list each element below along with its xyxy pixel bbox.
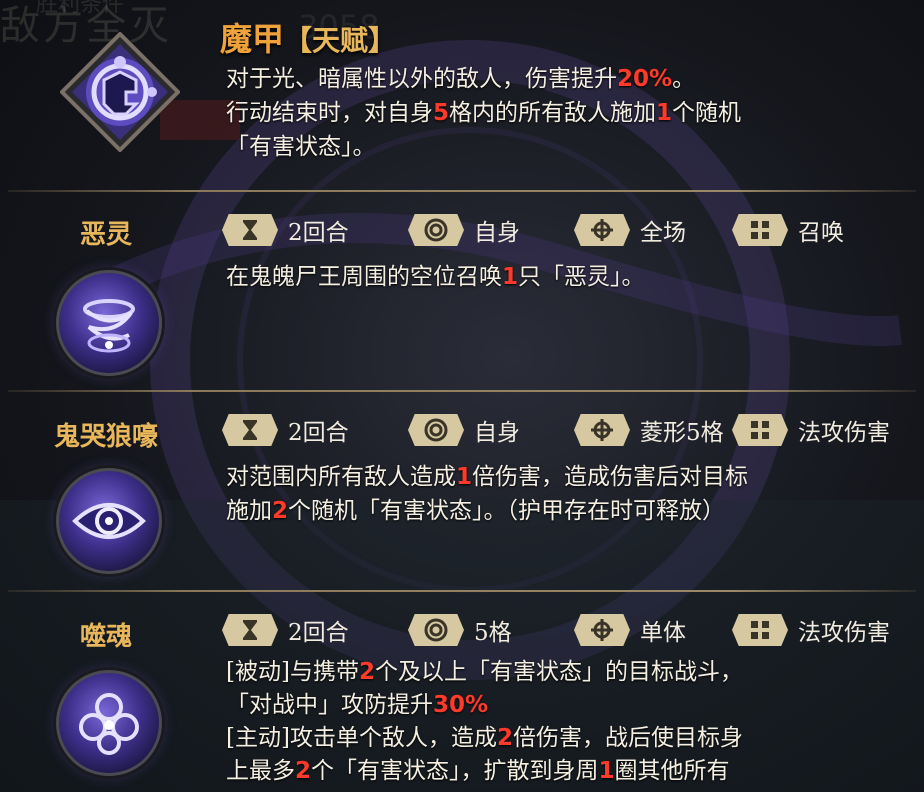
target-rings-icon <box>408 414 464 446</box>
type-text: 法攻伤害 <box>798 420 890 446</box>
range-tag: 5格 <box>408 613 512 647</box>
type-text: 法攻伤害 <box>798 620 890 646</box>
crosshair-icon <box>574 214 630 246</box>
range-tag: 自身 <box>408 413 520 447</box>
talent-tag: 【天赋】 <box>284 24 397 57</box>
grid-icon <box>732 414 788 446</box>
hourglass-icon <box>222 614 278 646</box>
talent-description: 对于光、暗属性以外的敌人，伤害提升20%。 行动结束时，对自身5格内的所有敌人施加… <box>226 62 910 164</box>
cooldown-tag: 2回合 <box>222 213 349 247</box>
description-line: 上最多2个「有害状态」，扩散到身周1圈其他所有 <box>226 755 910 788</box>
range-tag: 自身 <box>408 213 520 247</box>
crosshair-icon <box>574 414 630 446</box>
description-text: 在鬼魄尸王周围的空位召唤 <box>226 264 502 290</box>
type-tag: 法攻伤害 <box>732 613 890 647</box>
grid-icon <box>732 214 788 246</box>
area-text: 单体 <box>640 620 686 646</box>
area-text: 菱形5格 <box>640 420 724 446</box>
skill-name: 恶灵 <box>79 220 132 250</box>
cooldown-text: 2回合 <box>288 620 349 646</box>
description-line: 行动结束时，对自身5格内的所有敌人施加1个随机 <box>226 96 910 130</box>
talent-icon <box>59 31 181 153</box>
eye-icon <box>56 468 162 574</box>
highlight-value: 1 <box>456 464 473 490</box>
highlight-value: 1 <box>656 100 673 126</box>
cooldown-text: 2回合 <box>288 420 349 446</box>
hourglass-icon <box>222 414 278 446</box>
description-line: 「对战中」攻防提升30% <box>226 689 910 722</box>
description-line: 在鬼魄尸王周围的空位召唤1只「恶灵」。 <box>226 260 910 294</box>
skill-section: 噬魂 2回合 5格 单体 法攻伤害 [被动]与携带2个及以上「有害状态」的目标战… <box>0 592 924 792</box>
type-text: 召唤 <box>798 220 844 246</box>
soul-flower-icon <box>56 670 162 776</box>
highlight-value: 30% <box>433 692 489 718</box>
range-text: 自身 <box>474 220 520 246</box>
description-line: [主动]攻击单个敌人，造成2倍伤害，战后使目标身 <box>226 722 910 755</box>
description-text: 个「有害状态」，扩散到身周 <box>311 758 599 784</box>
type-tag: 法攻伤害 <box>732 413 890 447</box>
description-text: 对范围内所有敌人造成 <box>226 464 456 490</box>
highlight-value: 5 <box>433 100 450 126</box>
skill-section: 恶灵 2回合 自身 全场 召唤 在鬼魄尸王周围的空位召唤1只「恶灵」。 <box>0 192 924 390</box>
description-text: 倍伤害，造成伤害后对目标 <box>472 464 749 490</box>
skill-section: 鬼哭狼嚎 2回合 自身 菱形5格 法攻伤害 对范围内所有敌人造成1倍伤害，造成伤… <box>0 392 924 590</box>
skill-name: 噬魂 <box>79 622 132 652</box>
cooldown-tag: 2回合 <box>222 413 349 447</box>
description-line: 对范围内所有敌人造成1倍伤害，造成伤害后对目标 <box>226 460 910 494</box>
skill-description: 在鬼魄尸王周围的空位召唤1只「恶灵」。 <box>226 260 910 294</box>
highlight-value: 1 <box>502 264 519 290</box>
spirit-vortex-icon <box>56 270 162 376</box>
highlight-value: 2 <box>272 498 289 524</box>
description-text: 个随机「有害状态」。（护甲存在时可释放） <box>288 498 726 524</box>
description-text: 对于光、暗属性以外的敌人，伤害提升 <box>226 66 617 92</box>
target-rings-icon <box>408 614 464 646</box>
area-text: 全场 <box>640 220 686 246</box>
description-text: 个及以上「有害状态」的目标战斗， <box>374 659 743 685</box>
description-line: [被动]与携带2个及以上「有害状态」的目标战斗， <box>226 656 910 689</box>
description-line: 「有害状态」。 <box>226 130 910 164</box>
description-text: 圈其他所有 <box>614 758 730 784</box>
highlight-value: 2 <box>496 725 513 751</box>
talent-name: 魔甲 <box>220 20 285 58</box>
skill-description: [被动]与携带2个及以上「有害状态」的目标战斗， 「对战中」攻防提升30% [主动]… <box>226 656 910 788</box>
hourglass-icon <box>222 214 278 246</box>
range-text: 5格 <box>474 620 512 646</box>
grid-icon <box>732 614 788 646</box>
description-text: 个随机 <box>672 100 742 126</box>
description-text: 倍伤害，战后使目标身 <box>512 725 743 751</box>
type-tag: 召唤 <box>732 213 844 247</box>
highlight-value: 20% <box>617 66 673 92</box>
area-tag: 菱形5格 <box>574 413 724 447</box>
description-text: 「对战中」攻防提升 <box>226 692 433 718</box>
cooldown-tag: 2回合 <box>222 613 349 647</box>
area-tag: 全场 <box>574 213 686 247</box>
cooldown-text: 2回合 <box>288 220 349 246</box>
description-line: 施加2个随机「有害状态」。（护甲存在时可释放） <box>226 494 910 528</box>
description-text: 格内的所有敌人施加 <box>449 100 657 126</box>
target-rings-icon <box>408 214 464 246</box>
description-text: 只「恶灵」。 <box>518 264 645 290</box>
description-text: 。 <box>672 66 696 92</box>
range-text: 自身 <box>474 420 520 446</box>
description-text: 上最多 <box>226 758 295 784</box>
talent-section: 魔甲【天赋】 对于光、暗属性以外的敌人，伤害提升20%。 行动结束时，对自身5格内… <box>0 0 924 190</box>
description-line: 对于光、暗属性以外的敌人，伤害提升20%。 <box>226 62 910 96</box>
description-text: [主动]攻击单个敌人，造成 <box>226 725 497 751</box>
crosshair-icon <box>574 614 630 646</box>
skill-name: 鬼哭狼嚎 <box>53 422 158 452</box>
skill-description: 对范围内所有敌人造成1倍伤害，造成伤害后对目标 施加2个随机「有害状态」。（护甲存… <box>226 460 910 528</box>
talent-title: 魔甲【天赋】 <box>220 14 396 60</box>
highlight-value: 2 <box>295 758 312 784</box>
highlight-value: 2 <box>358 659 375 685</box>
description-text: 行动结束时，对自身 <box>226 100 433 126</box>
description-text: 「有害状态」。 <box>226 134 376 160</box>
description-text: [被动]与携带 <box>226 659 359 685</box>
description-text: 施加 <box>226 498 272 524</box>
highlight-value: 1 <box>598 758 615 784</box>
area-tag: 单体 <box>574 613 686 647</box>
